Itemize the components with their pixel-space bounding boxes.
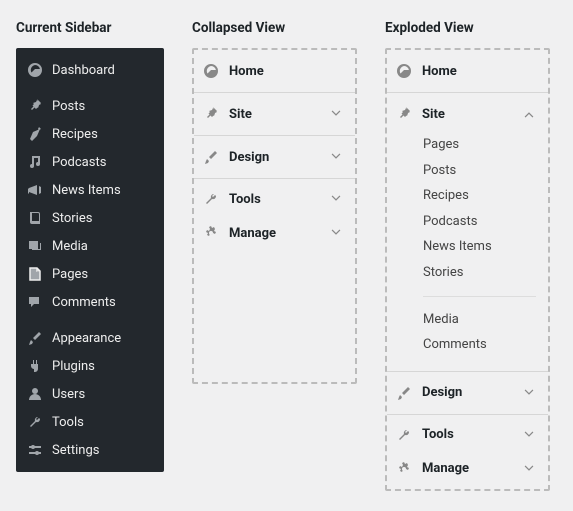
wrench-icon [26, 413, 44, 431]
chevron-down-icon [329, 107, 343, 121]
dashboard-icon [26, 61, 44, 79]
sidebar-item-podcasts[interactable]: Podcasts [16, 148, 164, 176]
nav-item-manage[interactable]: Manage [194, 216, 355, 250]
nav-item-home[interactable]: Home [194, 53, 355, 89]
wrench-icon [395, 426, 413, 444]
chevron-down-icon [522, 428, 536, 442]
nav-subitem-recipes[interactable]: Recipes [387, 183, 548, 209]
sidebar-item-recipes[interactable]: Recipes [16, 120, 164, 148]
plug-icon [26, 357, 44, 375]
pin-icon [395, 105, 413, 123]
sidebar-item-tools[interactable]: Tools [16, 408, 164, 436]
sidebar-item-label: Recipes [52, 127, 98, 142]
nav-item-label: Manage [229, 226, 320, 241]
nav-item-label: Design [422, 385, 513, 400]
sidebar-item-label: Users [52, 387, 85, 402]
nav-item-site[interactable]: Site [194, 96, 355, 132]
brush-icon [395, 384, 413, 402]
carrot-icon [26, 125, 44, 143]
chevron-down-icon [329, 150, 343, 164]
nav-item-label: Site [422, 107, 513, 122]
chevron-down-icon [329, 226, 343, 240]
nav-item-label: Tools [229, 192, 320, 207]
collapsed-panel: Home Site Design Tools Manage [192, 48, 357, 384]
gear-icon [202, 224, 220, 242]
megaphone-icon [26, 181, 44, 199]
sliders-icon [26, 441, 44, 459]
sidebar-item-label: Media [52, 239, 88, 254]
sidebar-item-comments[interactable]: Comments [16, 288, 164, 316]
nav-subitem-comments[interactable]: Comments [387, 332, 548, 358]
col-title-collapsed: Collapsed View [192, 20, 357, 36]
col-title-exploded: Exploded View [385, 20, 550, 36]
sidebar-item-posts[interactable]: Posts [16, 92, 164, 120]
col-current-sidebar: Current Sidebar Dashboard Posts Recipes Pod… [16, 20, 164, 472]
col-title-current: Current Sidebar [16, 20, 164, 36]
nav-subitem-media[interactable]: Media [387, 307, 548, 333]
user-icon [26, 385, 44, 403]
brush-icon [26, 329, 44, 347]
col-exploded-view: Exploded View Home Site PagesPostsRecipesP… [385, 20, 550, 491]
nav-item-design[interactable]: Design [194, 139, 355, 175]
nav-item-label: Home [229, 64, 343, 79]
nav-item-label: Tools [422, 427, 513, 442]
sidebar-item-label: Settings [52, 443, 99, 458]
sidebar-item-label: Posts [52, 99, 85, 114]
nav-item-site[interactable]: Site [387, 96, 548, 132]
sidebar-item-label: Dashboard [52, 63, 115, 78]
chevron-down-icon [329, 192, 343, 206]
media-icon [26, 237, 44, 255]
sidebar-item-label: Comments [52, 295, 116, 310]
sidebar-item-label: Pages [52, 267, 88, 282]
nav-item-tools[interactable]: Tools [387, 418, 548, 452]
pin-icon [202, 105, 220, 123]
sidebar-item-pages[interactable]: Pages [16, 260, 164, 288]
sidebar-item-label: Tools [52, 415, 84, 430]
nav-subitem-podcasts[interactable]: Podcasts [387, 209, 548, 235]
layout-columns: Current Sidebar DashboardPostsRecipesPod… [16, 20, 557, 491]
book-icon [26, 209, 44, 227]
nav-item-label: Home [422, 64, 536, 79]
dashboard-icon [202, 62, 220, 80]
sidebar-item-plugins[interactable]: Plugins [16, 352, 164, 380]
sidebar-item-media[interactable]: Media [16, 232, 164, 260]
nav-subitem-stories[interactable]: Stories [387, 260, 548, 286]
nav-item-tools[interactable]: Tools [194, 182, 355, 216]
nav-item-home[interactable]: Home [387, 53, 548, 89]
comments-icon [26, 293, 44, 311]
sidebar-item-label: Plugins [52, 359, 95, 374]
pin-icon [26, 97, 44, 115]
sidebar-item-settings[interactable]: Settings [16, 436, 164, 464]
sidebar-item-label: Appearance [52, 331, 121, 346]
nav-subitem-posts[interactable]: Posts [387, 158, 548, 184]
sidebar-item-label: Podcasts [52, 155, 106, 170]
nav-item-label: Design [229, 150, 320, 165]
music-icon [26, 153, 44, 171]
page-icon [26, 265, 44, 283]
nav-item-label: Site [229, 107, 320, 122]
exploded-panel: Home Site PagesPostsRecipesPodcastsNews It… [385, 48, 550, 491]
nav-subitem-pages[interactable]: Pages [387, 132, 548, 158]
chevron-up-icon [522, 107, 536, 121]
wrench-icon [202, 190, 220, 208]
current-sidebar: Dashboard Posts Recipes Podcasts News Items S… [16, 48, 164, 472]
nav-item-manage[interactable]: Manage [387, 452, 548, 486]
nav-subitem-news-items[interactable]: News Items [387, 234, 548, 260]
sidebar-item-appearance[interactable]: Appearance [16, 324, 164, 352]
sidebar-item-dashboard[interactable]: Dashboard [16, 56, 164, 84]
nav-item-design[interactable]: Design [387, 375, 548, 411]
sidebar-item-label: News Items [52, 183, 121, 198]
sidebar-item-news-items[interactable]: News Items [16, 176, 164, 204]
sidebar-item-users[interactable]: Users [16, 380, 164, 408]
chevron-down-icon [522, 462, 536, 476]
sidebar-item-label: Stories [52, 211, 92, 226]
col-collapsed-view: Collapsed View Home Site Design Tools Manage [192, 20, 357, 384]
nav-item-label: Manage [422, 461, 513, 476]
chevron-down-icon [522, 386, 536, 400]
sub-divider [423, 296, 536, 297]
dashboard-icon [395, 62, 413, 80]
sidebar-item-stories[interactable]: Stories [16, 204, 164, 232]
brush-icon [202, 148, 220, 166]
gear-icon [395, 460, 413, 478]
